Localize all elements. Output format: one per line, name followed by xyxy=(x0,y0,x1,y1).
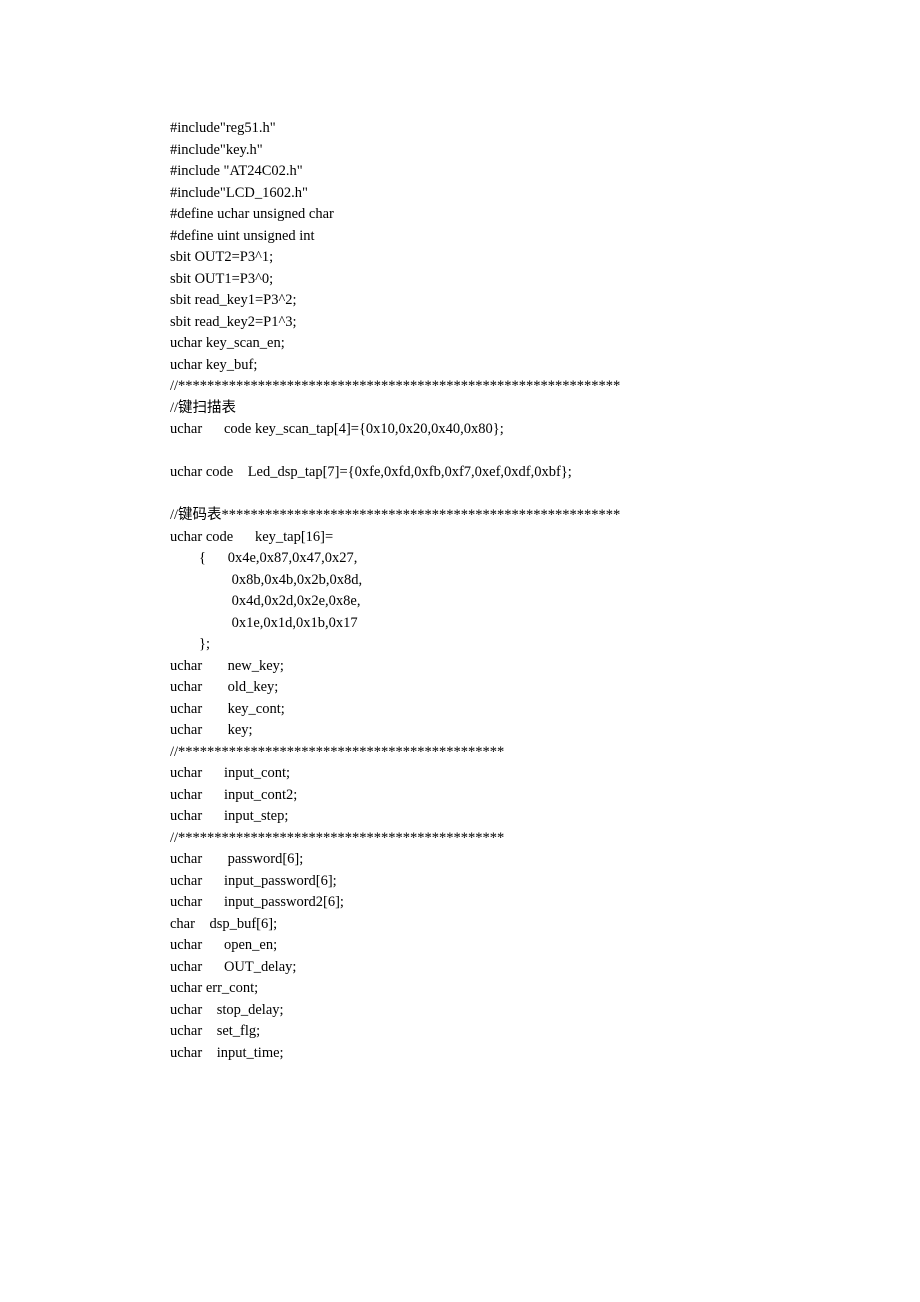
code-line: uchar code key_tap[16]= xyxy=(170,527,920,549)
code-line: #define uint unsigned int xyxy=(170,226,920,248)
code-line: //**************************************… xyxy=(170,742,920,764)
code-line: //**************************************… xyxy=(170,376,920,398)
code-line: uchar code Led_dsp_tap[7]={0xfe,0xfd,0xf… xyxy=(170,462,920,484)
code-line: uchar set_flg; xyxy=(170,1021,920,1043)
code-line: //**************************************… xyxy=(170,828,920,850)
code-line: 0x4d,0x2d,0x2e,0x8e, xyxy=(170,591,920,613)
code-line xyxy=(170,441,920,463)
code-line: #define uchar unsigned char xyxy=(170,204,920,226)
code-line: sbit read_key1=P3^2; xyxy=(170,290,920,312)
code-line: //键扫描表 xyxy=(170,398,920,420)
code-line: { 0x4e,0x87,0x47,0x27, xyxy=(170,548,920,570)
code-line: uchar old_key; xyxy=(170,677,920,699)
code-line: //键码表***********************************… xyxy=(170,505,920,527)
code-line: uchar stop_delay; xyxy=(170,1000,920,1022)
code-line: sbit OUT1=P3^0; xyxy=(170,269,920,291)
code-line: #include"key.h" xyxy=(170,140,920,162)
code-line: #include "AT24C02.h" xyxy=(170,161,920,183)
source-code-block: #include"reg51.h"#include"key.h"#include… xyxy=(170,118,920,1064)
code-line: #include"reg51.h" xyxy=(170,118,920,140)
code-line: sbit read_key2=P1^3; xyxy=(170,312,920,334)
code-line: uchar password[6]; xyxy=(170,849,920,871)
code-line: }; xyxy=(170,634,920,656)
code-line xyxy=(170,484,920,506)
code-line: uchar input_password[6]; xyxy=(170,871,920,893)
code-line: 0x8b,0x4b,0x2b,0x8d, xyxy=(170,570,920,592)
code-line: uchar input_step; xyxy=(170,806,920,828)
code-line: uchar input_password2[6]; xyxy=(170,892,920,914)
code-line: uchar input_cont2; xyxy=(170,785,920,807)
code-line: sbit OUT2=P3^1; xyxy=(170,247,920,269)
code-line: uchar new_key; xyxy=(170,656,920,678)
code-line: uchar open_en; xyxy=(170,935,920,957)
code-line: 0x1e,0x1d,0x1b,0x17 xyxy=(170,613,920,635)
code-line: uchar OUT_delay; xyxy=(170,957,920,979)
code-line: uchar code key_scan_tap[4]={0x10,0x20,0x… xyxy=(170,419,920,441)
code-line: uchar input_cont; xyxy=(170,763,920,785)
code-line: uchar key_cont; xyxy=(170,699,920,721)
code-line: uchar err_cont; xyxy=(170,978,920,1000)
code-line: uchar key_scan_en; xyxy=(170,333,920,355)
code-line: uchar input_time; xyxy=(170,1043,920,1065)
code-line: uchar key_buf; xyxy=(170,355,920,377)
code-line: char dsp_buf[6]; xyxy=(170,914,920,936)
code-line: uchar key; xyxy=(170,720,920,742)
document-page: #include"reg51.h"#include"key.h"#include… xyxy=(0,0,920,1302)
code-line: #include"LCD_1602.h" xyxy=(170,183,920,205)
